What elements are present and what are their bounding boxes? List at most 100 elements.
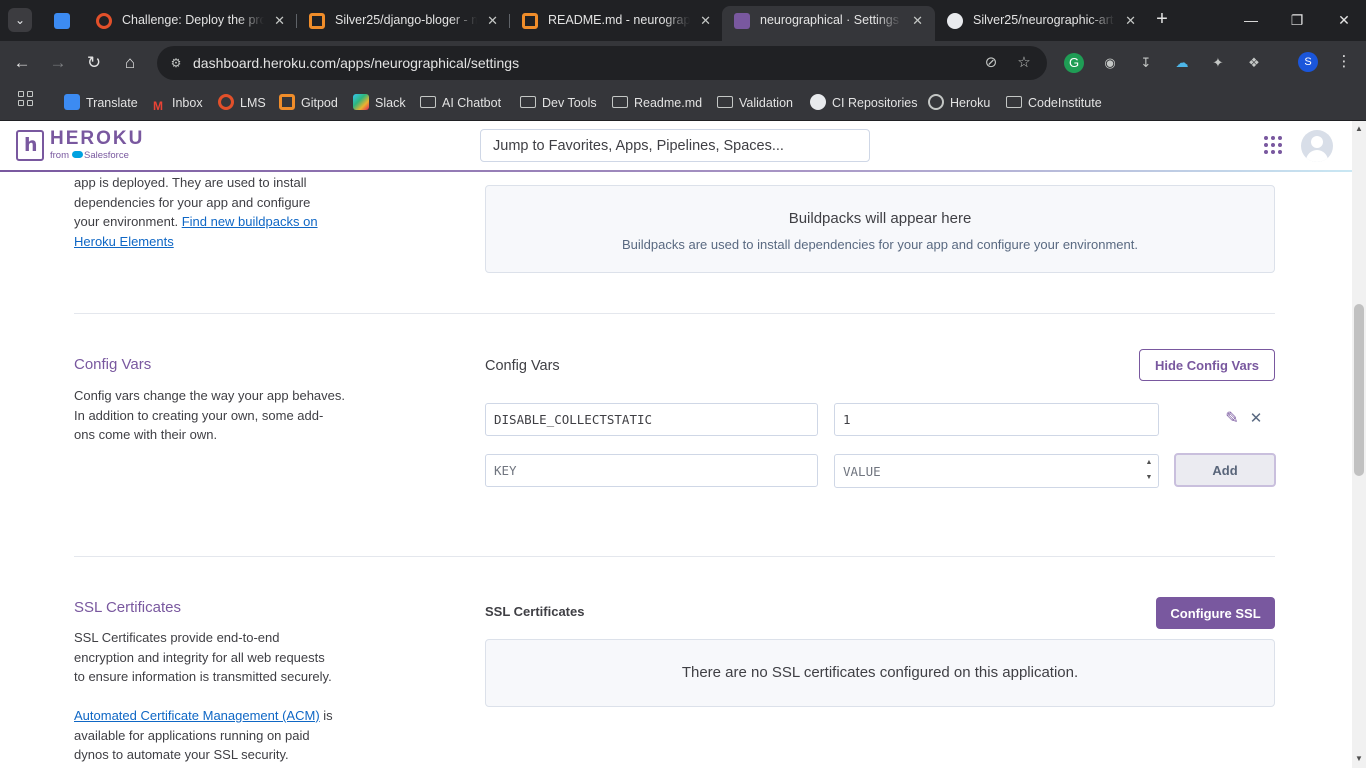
browser-tab-active[interactable]: neurographical · Settings | ✕: [722, 6, 935, 41]
desc-line: your environment.: [74, 214, 179, 229]
grammarly-extension-icon[interactable]: G: [1064, 53, 1084, 73]
tab-title: README.md - neurograph: [548, 6, 690, 35]
settings-content: app is deployed. They are used to instal…: [0, 173, 1352, 768]
tab-title: Silver25/neurographic-art: [973, 6, 1115, 35]
tab-close-icon[interactable]: ✕: [274, 6, 285, 35]
bookmark-lms[interactable]: LMS: [218, 91, 266, 115]
folder-icon: [520, 96, 536, 108]
desc-line: encryption and integrity for all web req…: [74, 649, 325, 665]
github-favicon-icon: [947, 13, 963, 29]
tab-close-icon[interactable]: ✕: [912, 6, 923, 35]
config-vars-section-title: Config Vars: [74, 356, 152, 373]
tab-search-icon[interactable]: ⌄: [8, 8, 32, 32]
user-avatar[interactable]: [1301, 130, 1333, 162]
tagline-brand: Salesforce: [84, 150, 129, 161]
folder-icon: [420, 96, 436, 108]
desc-line: ons come with their own.: [74, 427, 218, 442]
home-icon[interactable]: ⌂: [118, 51, 142, 75]
hide-config-vars-button[interactable]: Hide Config Vars: [1139, 349, 1275, 381]
new-config-value-input[interactable]: [834, 454, 1159, 488]
folder-icon: [612, 96, 628, 108]
bookmark-star-icon[interactable]: ☆: [1014, 53, 1034, 73]
add-config-var-button[interactable]: Add: [1174, 453, 1276, 487]
bookmark-heroku[interactable]: Heroku: [928, 91, 990, 115]
bookmark-label: Gitpod: [301, 96, 338, 110]
edit-pencil-icon[interactable]: ✎: [1222, 409, 1242, 429]
address-bar[interactable]: ⚙ dashboard.heroku.com/apps/neurographic…: [157, 46, 1047, 80]
scroll-up-icon[interactable]: ▲: [1352, 122, 1366, 136]
url-text[interactable]: dashboard.heroku.com/apps/neurographical…: [193, 46, 519, 80]
tab-close-icon[interactable]: ✕: [1125, 6, 1136, 35]
textarea-scroll-up-icon[interactable]: ▲: [1144, 458, 1154, 468]
download-extension-icon[interactable]: ↧: [1136, 53, 1156, 73]
find-buildpacks-link[interactable]: Find new buildpacks on: [182, 214, 318, 229]
textarea-scroll-down-icon[interactable]: ▼: [1144, 473, 1154, 483]
bookmark-label: Validation: [739, 96, 793, 110]
apps-grid-icon[interactable]: [18, 91, 34, 107]
acm-description: Automated Certificate Management (ACM) i…: [74, 706, 374, 765]
new-tab-icon[interactable]: +: [1151, 8, 1173, 30]
bookmark-dev-tools[interactable]: Dev Tools: [520, 91, 597, 115]
bookmark-label: CI Repositories: [832, 96, 918, 110]
extensions-puzzle-icon[interactable]: ❖: [1244, 53, 1264, 73]
jump-to-search-input[interactable]: [480, 129, 870, 162]
heroku-wordmark[interactable]: HEROKU: [50, 128, 144, 150]
heroku-logo-icon[interactable]: h: [16, 130, 44, 161]
browser-tab[interactable]: Silver25/django-bloger - m ✕: [297, 6, 510, 35]
forward-icon[interactable]: →: [46, 51, 70, 75]
desc-line: SSL Certificates provide end-to-end: [74, 630, 280, 645]
bookmark-codeinstitute[interactable]: CodeInstitute: [1006, 91, 1102, 115]
page-scrollbar-thumb[interactable]: [1354, 304, 1364, 476]
bookmark-label: CodeInstitute: [1028, 96, 1102, 110]
heroku-apps-menu-icon[interactable]: [1264, 136, 1283, 155]
browser-tab[interactable]: Challenge: Deploy the proj ✕: [84, 6, 297, 35]
bookmark-label: Heroku: [950, 96, 991, 110]
config-vars-panel-title: Config Vars: [485, 358, 560, 374]
restore-icon[interactable]: ❐: [1285, 8, 1309, 32]
eye-off-icon[interactable]: ⊘: [981, 53, 1001, 73]
back-icon[interactable]: ←: [10, 51, 34, 75]
scroll-down-icon[interactable]: ▼: [1352, 752, 1366, 766]
bookmark-ci-repositories[interactable]: CI Repositories: [810, 91, 917, 115]
browser-tab[interactable]: Silver25/neurographic-art ✕: [935, 6, 1148, 35]
heroku-elements-link[interactable]: Heroku Elements: [74, 234, 174, 249]
config-var-key-field[interactable]: [485, 403, 818, 436]
ssl-description: SSL Certificates provide end-to-end encr…: [74, 628, 374, 687]
new-config-key-input[interactable]: [485, 454, 818, 487]
folder-icon: [1006, 96, 1022, 108]
acm-link[interactable]: Automated Certificate Management (ACM): [74, 708, 320, 723]
configure-ssl-button[interactable]: Configure SSL: [1156, 597, 1275, 629]
desc-line: dynos to automate your SSL security.: [74, 747, 289, 762]
section-divider: [74, 313, 1275, 314]
lms-icon: [218, 94, 234, 110]
window-close-icon[interactable]: ✕: [1332, 8, 1356, 32]
bookmark-gitpod[interactable]: Gitpod: [279, 91, 338, 115]
slack-icon: [353, 94, 369, 110]
tab-close-icon[interactable]: ✕: [700, 6, 711, 35]
bookmark-slack[interactable]: Slack: [353, 91, 406, 115]
bookmark-translate[interactable]: Translate: [64, 91, 138, 115]
ssl-panel-title: SSL Certificates: [485, 604, 585, 619]
tab-close-icon[interactable]: ✕: [487, 6, 498, 35]
bookmark-label: Readme.md: [634, 96, 703, 110]
camera-extension-icon[interactable]: ◉: [1100, 53, 1120, 73]
bookmark-inbox[interactable]: M Inbox: [150, 91, 203, 115]
config-var-value-field[interactable]: [834, 403, 1159, 436]
browser-tab-bar: ⌄ Challenge: Deploy the proj ✕ Silver25/…: [0, 0, 1366, 41]
extension-icon[interactable]: ✦: [1208, 53, 1228, 73]
github-icon: [810, 94, 826, 110]
bookmark-validation[interactable]: Validation: [717, 91, 793, 115]
reload-icon[interactable]: ↻: [82, 51, 106, 75]
minimize-icon[interactable]: —: [1239, 8, 1263, 32]
delete-x-icon[interactable]: ✕: [1246, 409, 1266, 429]
bookmark-label: Inbox: [172, 96, 203, 110]
cloud-extension-icon[interactable]: ☁: [1172, 53, 1192, 73]
profile-avatar[interactable]: S: [1298, 52, 1318, 72]
buildpacks-empty-panel: Buildpacks will appear here Buildpacks a…: [485, 185, 1275, 273]
bookmark-readme[interactable]: Readme.md: [612, 91, 702, 115]
browser-tab[interactable]: README.md - neurograph ✕: [510, 6, 723, 35]
bookmark-ai-chatbot[interactable]: AI Chatbot: [420, 91, 501, 115]
site-info-icon[interactable]: ⚙: [167, 54, 185, 72]
gmail-icon: M: [153, 99, 163, 113]
browser-menu-icon[interactable]: ⋮: [1334, 52, 1354, 72]
